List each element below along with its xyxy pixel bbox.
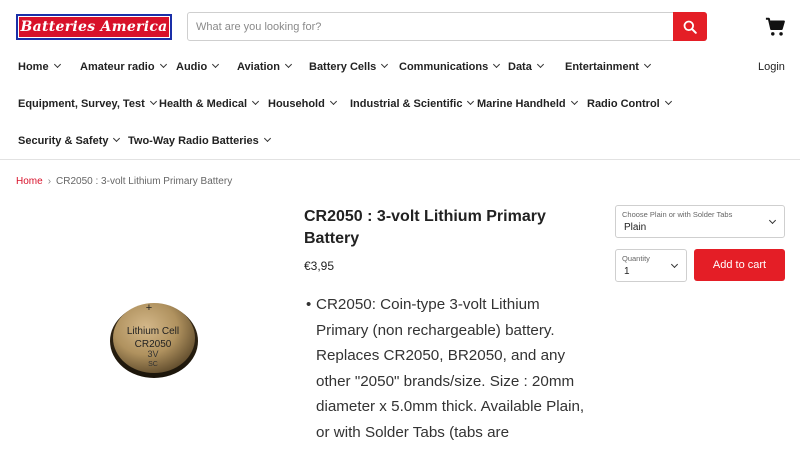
bullet-icon: •: [306, 296, 312, 313]
coin-label-4: SC: [148, 361, 158, 368]
chevron-down-icon: [381, 60, 389, 69]
logo-text: Batteries America: [19, 17, 169, 37]
nav-item-aviation[interactable]: Aviation: [237, 58, 293, 76]
nav-item-health-medical[interactable]: Health & Medical: [159, 95, 260, 113]
nav-item-audio[interactable]: Audio: [176, 58, 220, 76]
chevron-down-icon: [643, 60, 652, 69]
search-button[interactable]: [673, 12, 707, 41]
chevron-down-icon: [670, 260, 679, 269]
chevron-down-icon: [664, 97, 672, 106]
coin-label-1: Lithium Cell: [127, 326, 179, 337]
chevron-down-icon: [284, 60, 293, 69]
breadcrumb: Home › CR2050 : 3-volt Lithium Primary Bat…: [16, 176, 232, 187]
variant-select-label: Choose Plain or with Solder Tabs: [622, 210, 733, 219]
chevron-down-icon: [53, 60, 61, 69]
nav-item-equipment[interactable]: Equipment, Survey, Test: [18, 95, 157, 113]
nav-item-data[interactable]: Data: [508, 58, 544, 76]
nav-item-household[interactable]: Household: [268, 95, 337, 113]
nav-item-amateur-radio[interactable]: Amateur radio: [80, 58, 167, 76]
nav-item-entertainment[interactable]: Entertainment: [565, 58, 652, 76]
nav-item-industrial-scientific[interactable]: Industrial & Scientific: [350, 95, 475, 113]
chevron-down-icon: [570, 97, 578, 106]
chevron-down-icon: [493, 60, 501, 69]
product-image[interactable]: + Lithium Cell CR2050 3V SC: [108, 297, 200, 379]
chevron-down-icon: [212, 60, 220, 69]
chevron-down-icon: [329, 97, 337, 106]
chevron-down-icon: [113, 134, 121, 143]
quantity-select-label: Quantity: [622, 254, 650, 263]
nav-item-battery-cells[interactable]: Battery Cells: [309, 58, 389, 76]
chevron-down-icon: [149, 97, 157, 106]
quantity-select[interactable]: Quantity 1: [615, 249, 687, 282]
product-description-text: CR2050: Coin-type 3-volt Lithium Primary…: [316, 296, 585, 441]
login-link[interactable]: Login: [758, 58, 785, 76]
nav-item-home[interactable]: Home: [18, 58, 61, 76]
svg-text:+: +: [146, 302, 152, 314]
nav-item-security-safety[interactable]: Security & Safety: [18, 132, 121, 150]
nav-item-marine-handheld[interactable]: Marine Handheld: [477, 95, 578, 113]
chevron-down-icon: [159, 60, 167, 69]
add-to-cart-button[interactable]: Add to cart: [694, 249, 785, 281]
quantity-select-value: 1: [624, 266, 630, 277]
header-divider: [0, 159, 800, 160]
site-logo[interactable]: Batteries America: [16, 14, 172, 40]
nav-item-communications[interactable]: Communications: [399, 58, 501, 76]
nav-item-two-way-radio[interactable]: Two-Way Radio Batteries: [128, 132, 271, 150]
product-title: CR2050 : 3-volt Lithium Primary Battery: [304, 208, 546, 247]
breadcrumb-current: CR2050 : 3-volt Lithium Primary Battery: [56, 176, 233, 187]
breadcrumb-separator: ›: [47, 176, 52, 187]
cart-icon[interactable]: [765, 16, 787, 38]
search-input[interactable]: [188, 13, 674, 40]
nav-item-radio-control[interactable]: Radio Control: [587, 95, 672, 113]
search-bar: [187, 12, 707, 41]
product-description: • CR2050: Coin-type 3-volt Lithium Prima…: [306, 292, 586, 445]
chevron-down-icon: [263, 134, 271, 143]
chevron-down-icon: [536, 60, 544, 69]
search-icon: [683, 20, 697, 34]
breadcrumb-home-link[interactable]: Home: [16, 176, 43, 187]
product-price: €3,95: [304, 259, 335, 273]
chevron-down-icon: [251, 97, 260, 106]
variant-select-value: Plain: [624, 222, 647, 233]
chevron-down-icon: [467, 97, 475, 106]
chevron-down-icon: [768, 216, 777, 225]
variant-select[interactable]: Choose Plain or with Solder Tabs Plain: [615, 205, 785, 238]
coin-label-3: 3V: [147, 349, 158, 359]
